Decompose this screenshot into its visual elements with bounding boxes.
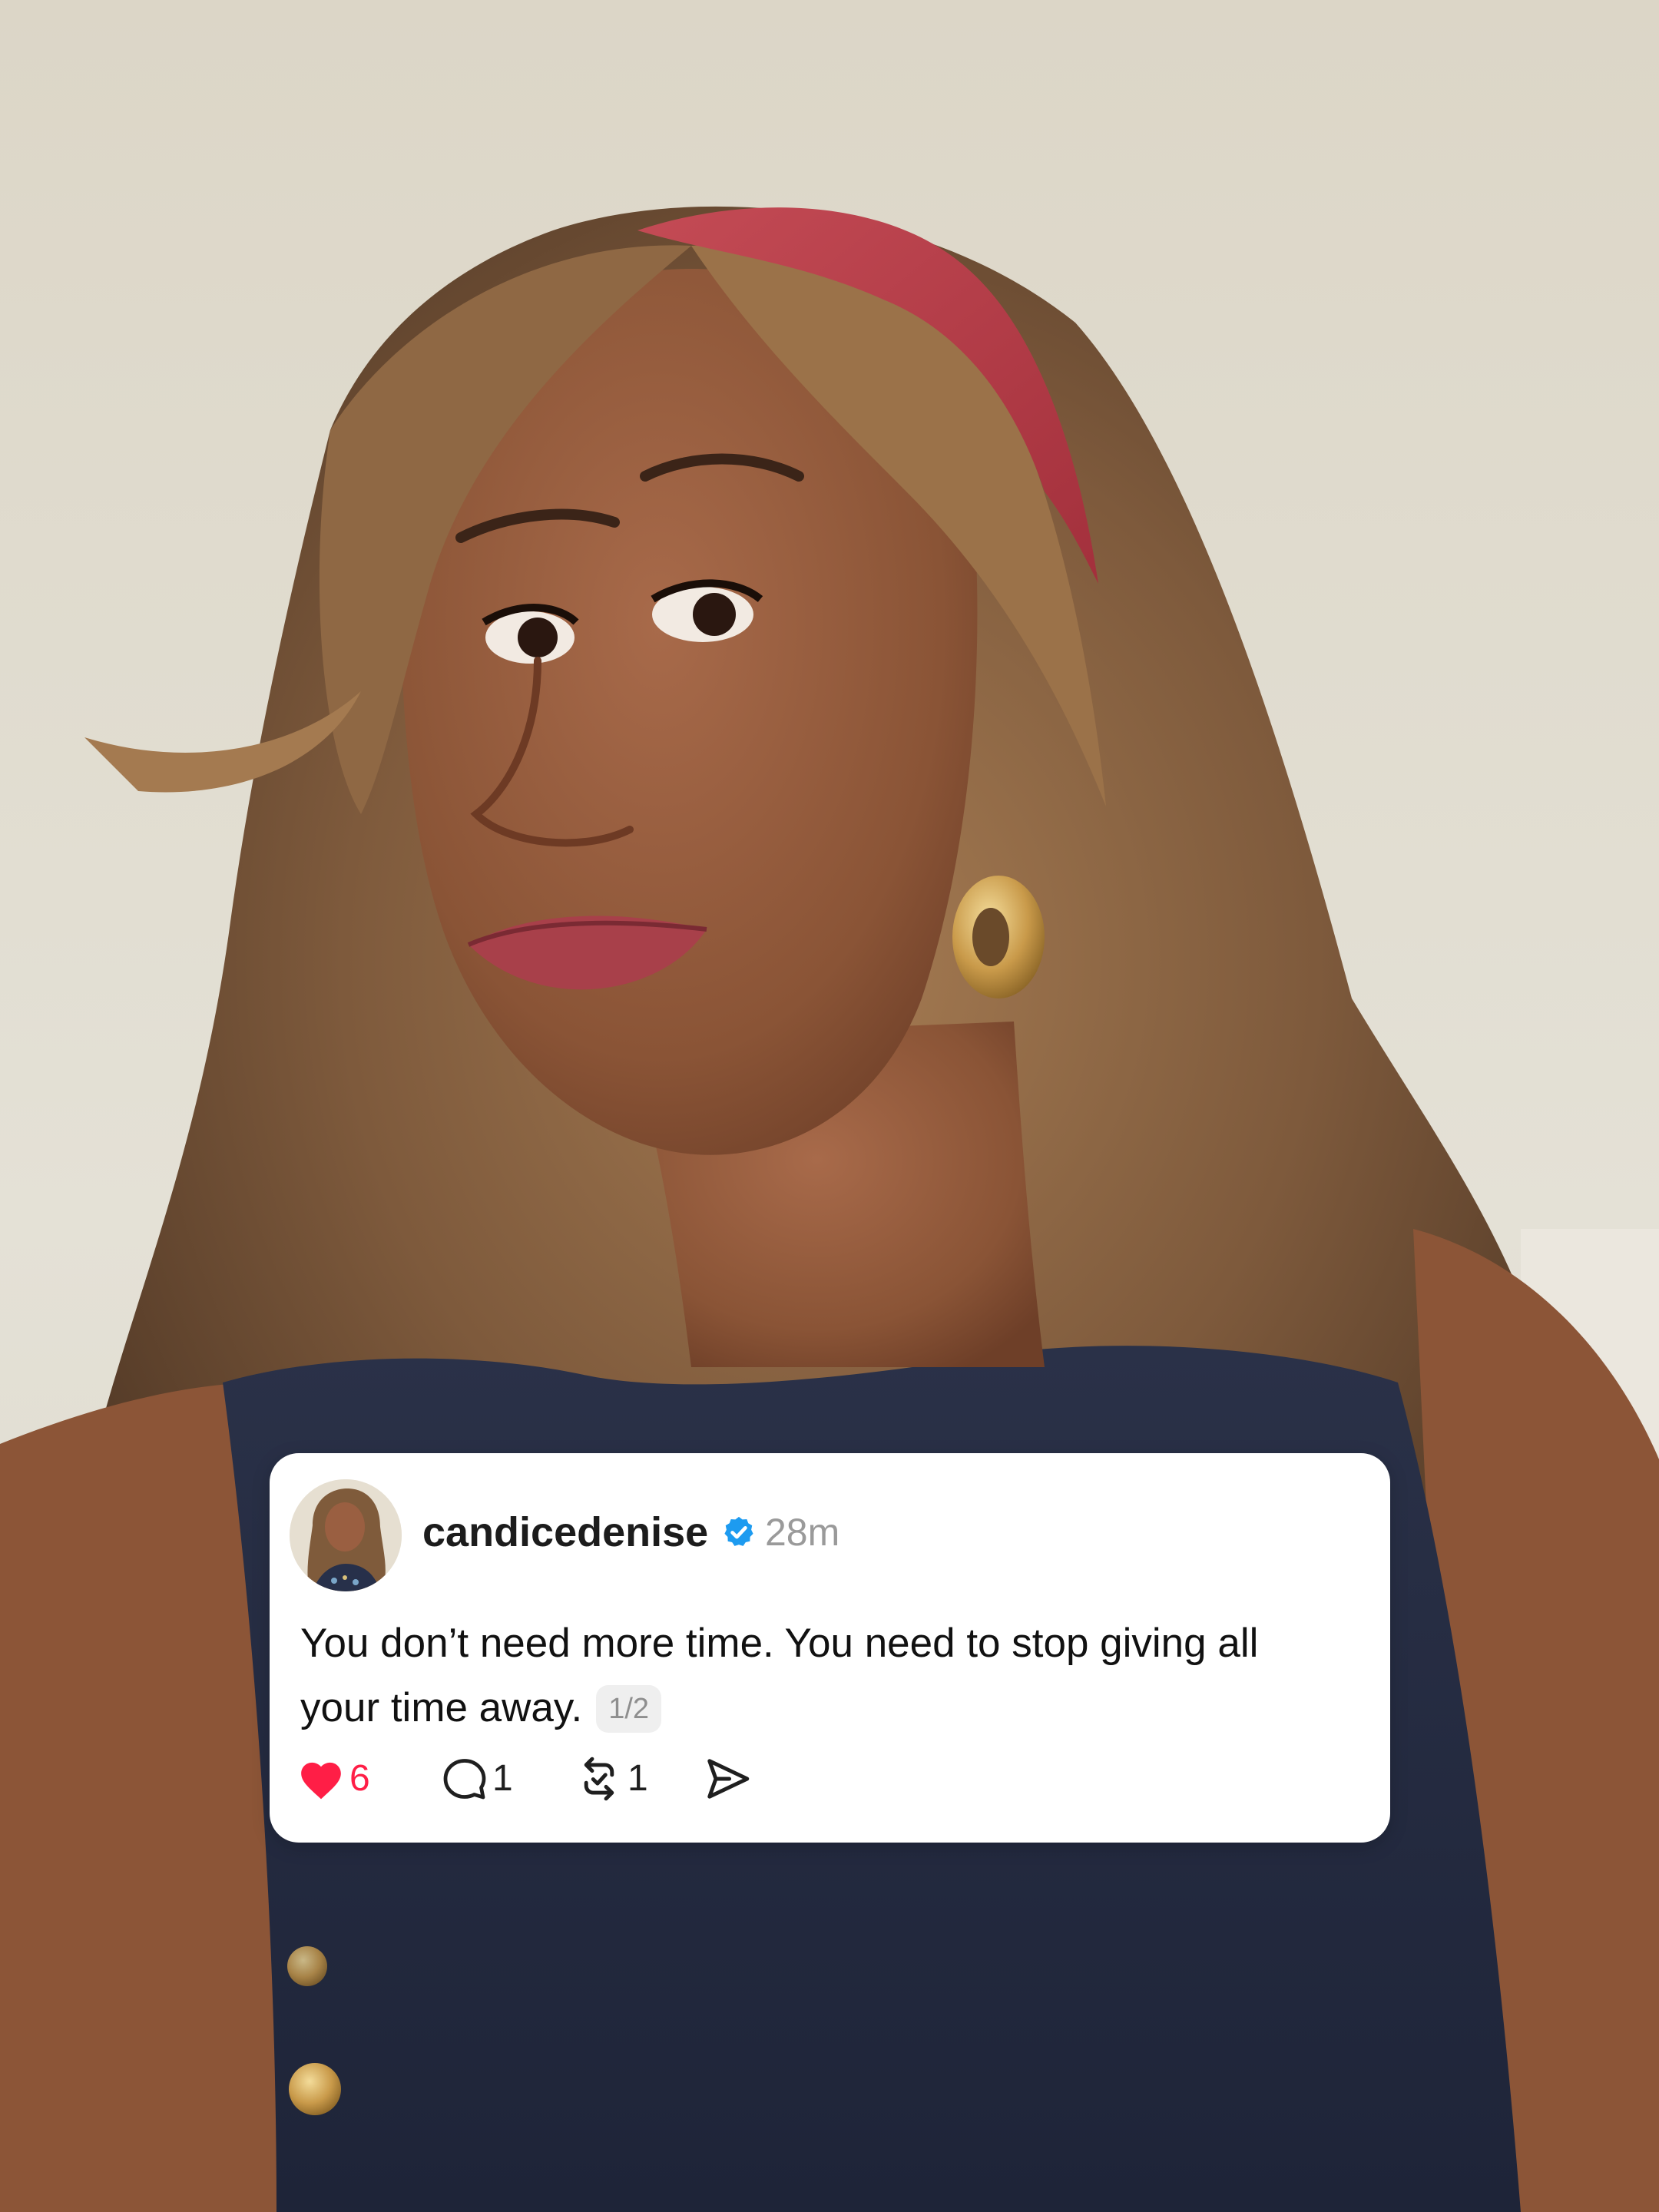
repost-button[interactable]: 1 (575, 1751, 648, 1806)
heart-filled-icon (301, 1762, 341, 1800)
post-text-line: You don’t need more time. You need to st… (300, 1621, 1259, 1666)
thread-position-badge: 1/2 (596, 1685, 662, 1733)
like-button[interactable]: 6 (297, 1751, 370, 1806)
repost-count: 1 (628, 1758, 648, 1799)
avatar[interactable] (290, 1479, 402, 1591)
speech-bubble-icon (443, 1759, 486, 1800)
repost-arrows-icon (584, 1757, 614, 1801)
post-text-line-last: your time away. 1/2 (300, 1676, 1376, 1740)
post-card: candicedenise 28m You don’t need more ti… (270, 1453, 1390, 1843)
paper-plane-icon (707, 1759, 750, 1799)
reply-button[interactable]: 1 (442, 1751, 513, 1806)
share-button[interactable] (704, 1751, 751, 1806)
timestamp: 28m (765, 1511, 840, 1554)
reply-count: 1 (492, 1758, 513, 1799)
like-count: 6 (349, 1758, 370, 1799)
verified-badge-icon (724, 1516, 753, 1546)
background-photo (0, 0, 1659, 2212)
post-text: You don’t need more time. You need to st… (300, 1611, 1376, 1740)
post-text-line: your time away. (300, 1685, 583, 1730)
username[interactable]: candicedenise (422, 1507, 708, 1558)
